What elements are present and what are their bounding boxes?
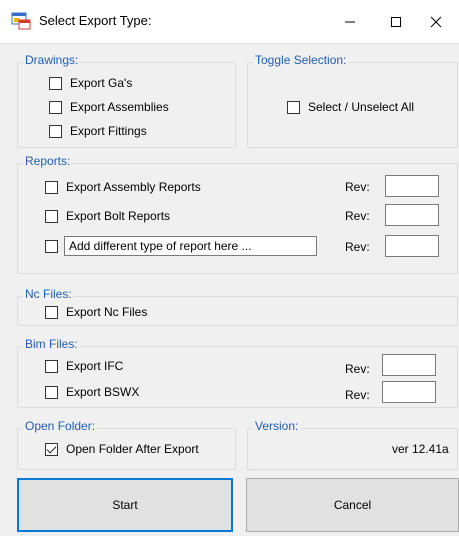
rev-label: Rev: <box>345 240 370 254</box>
checkbox-label: Export Assembly Reports <box>66 180 201 194</box>
checkbox-label: Export BSWX <box>66 385 140 399</box>
export-ifc-checkbox[interactable]: Export IFC <box>45 359 123 373</box>
checkbox-checked[interactable] <box>45 442 58 456</box>
rev-label: Rev: <box>345 209 370 223</box>
window-title: Select Export Type: <box>39 13 152 28</box>
checkbox-box[interactable] <box>49 100 62 114</box>
maximize-icon <box>391 17 401 27</box>
export-bolt-reports-checkbox[interactable]: Export Bolt Reports <box>45 209 170 223</box>
checkbox-box[interactable] <box>287 100 300 114</box>
checkbox-box[interactable] <box>45 180 58 194</box>
title-bar[interactable]: Select Export Type: <box>0 0 459 44</box>
checkbox-label: Export Fittings <box>70 124 147 138</box>
reports-legend: Reports: <box>23 154 73 168</box>
export-assembly-reports-checkbox[interactable]: Export Assembly Reports <box>45 180 201 194</box>
drawings-legend: Drawings: <box>23 53 81 67</box>
bswx-rev-input[interactable] <box>382 381 436 403</box>
start-button[interactable]: Start <box>17 478 233 532</box>
custom-report-checkbox[interactable] <box>45 240 66 253</box>
version-value: ver 12.41a <box>392 442 449 456</box>
checkbox-box[interactable] <box>45 240 58 253</box>
open-folder-legend: Open Folder: <box>23 419 98 433</box>
custom-report-rev-input[interactable] <box>385 235 439 257</box>
custom-report-type-input[interactable]: Add different type of report here ... <box>64 236 317 256</box>
checkbox-box[interactable] <box>49 124 62 138</box>
checkbox-label: Select / Unselect All <box>308 100 415 114</box>
open-folder-after-export-checkbox[interactable]: Open Folder After Export <box>45 442 199 456</box>
rev-label: Rev: <box>345 180 370 194</box>
minimize-button[interactable] <box>327 0 373 44</box>
ifc-rev-input[interactable] <box>382 354 436 376</box>
rev-label: Rev: <box>345 362 370 376</box>
export-nc-files-checkbox[interactable]: Export Nc Files <box>45 305 147 319</box>
nc-legend: Nc Files: <box>23 287 74 301</box>
bolt-reports-rev-input[interactable] <box>385 204 439 226</box>
export-fittings-checkbox[interactable]: Export Fittings <box>49 124 147 138</box>
checkbox-label: Export Assemblies <box>70 100 169 114</box>
cancel-button[interactable]: Cancel <box>246 478 459 532</box>
version-legend: Version: <box>253 419 301 433</box>
bim-legend: Bim Files: <box>23 337 80 351</box>
select-unselect-all-checkbox[interactable]: Select / Unselect All <box>287 100 414 114</box>
checkbox-label: Export IFC <box>66 359 124 373</box>
close-button[interactable] <box>413 0 459 44</box>
checkbox-box[interactable] <box>49 76 62 90</box>
export-gas-checkbox[interactable]: Export Ga's <box>49 76 132 90</box>
toggle-legend: Toggle Selection: <box>253 53 349 67</box>
close-icon <box>430 16 442 28</box>
minimize-icon <box>345 21 355 23</box>
checkbox-box[interactable] <box>45 385 58 399</box>
checkbox-box[interactable] <box>45 359 58 373</box>
checkbox-label: Open Folder After Export <box>66 442 199 456</box>
checkbox-label: Export Ga's <box>70 76 133 90</box>
checkbox-label: Export Bolt Reports <box>66 209 171 223</box>
checkbox-label: Export Nc Files <box>66 305 148 319</box>
rev-label: Rev: <box>345 388 370 402</box>
export-dialog: Select Export Type: Drawings: Export Ga'… <box>0 0 459 536</box>
assembly-reports-rev-input[interactable] <box>385 175 439 197</box>
export-bswx-checkbox[interactable]: Export BSWX <box>45 385 139 399</box>
app-icon <box>11 12 31 30</box>
checkbox-box[interactable] <box>45 209 58 223</box>
checkbox-box[interactable] <box>45 305 58 319</box>
export-assemblies-checkbox[interactable]: Export Assemblies <box>49 100 169 114</box>
